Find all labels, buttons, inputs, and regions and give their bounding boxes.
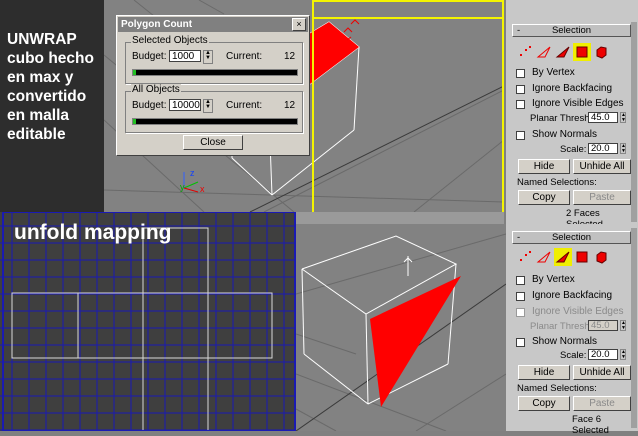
collapse-icon-bottom: - (517, 232, 521, 243)
rollout-title: Selection (551, 25, 592, 36)
planar-thresh-spinner[interactable]: ▲ ▼ (620, 112, 626, 123)
show-normals-label: Show Normals (532, 129, 598, 140)
show-normals-checkbox-bottom[interactable] (516, 338, 525, 347)
all-progress-bar (132, 118, 298, 125)
selected-progress-fill (133, 70, 137, 75)
selected-budget-spinner[interactable]: ▲ ▼ (203, 50, 213, 64)
vertex-mode-icon[interactable] (516, 248, 534, 266)
planar-thresh-label-bottom: Planar Thresh: (530, 321, 593, 332)
by-vertex-checkbox-bottom[interactable] (516, 276, 525, 285)
axis-x-label: x (200, 184, 205, 194)
axis-z-label: z (190, 168, 195, 178)
hide-button-bottom[interactable]: Hide (518, 365, 570, 380)
sub-object-toolbar-bottom (516, 248, 626, 268)
scale-spinner-bottom[interactable]: ▲ ▼ (620, 349, 626, 360)
axis-y-label: y (180, 182, 185, 192)
all-budget-input[interactable]: 10000 (169, 99, 201, 111)
all-objects-group: All Objects Budget: 10000 ▲ ▼ Current: 12 (125, 84, 303, 133)
copy-button-bottom[interactable]: Copy (518, 396, 570, 411)
collapse-icon: - (517, 25, 521, 36)
selected-face-triangle (370, 276, 461, 407)
planar-thresh-label: Planar Thresh: (530, 113, 593, 124)
show-normals-checkbox[interactable] (516, 131, 525, 140)
scale-label: Scale: (560, 144, 587, 155)
dialog-title: Polygon Count (121, 19, 193, 30)
rollout-title-bottom: Selection (551, 232, 592, 243)
current-label: Current: (226, 51, 263, 62)
polygon-count-dialog[interactable]: Polygon Count × Selected Objects Budget:… (116, 15, 310, 156)
polygon-mode-icon[interactable] (573, 43, 591, 61)
scrollbar-top[interactable] (631, 22, 637, 222)
all-objects-label: All Objects (131, 84, 181, 95)
selected-budget-input[interactable]: 1000 (169, 50, 201, 62)
named-selections-label-bottom: Named Selections: (517, 383, 597, 394)
budget-label: Budget: (132, 51, 167, 62)
scale-label-bottom: Scale: (560, 350, 587, 361)
planar-thresh-input-bottom[interactable]: 45.0 (588, 320, 618, 331)
uv-unfold-panel[interactable]: unfold mapping (0, 212, 296, 431)
copy-button[interactable]: Copy (518, 190, 570, 205)
budget-label-all: Budget: (132, 100, 167, 111)
vertex-mode-icon[interactable] (516, 43, 534, 61)
active-viewport-border (312, 17, 504, 220)
planar-thresh-input[interactable]: 45.0 (588, 112, 618, 123)
ignore-visible-edges-label: Ignore Visible Edges (532, 98, 624, 109)
polygon-mode-icon[interactable] (573, 248, 591, 266)
selection-status-bottom: Face 6 Selected (572, 414, 609, 436)
ignore-backfacing-checkbox-bottom[interactable] (516, 292, 525, 301)
planar-thresh-spinner-bottom[interactable]: ▲ ▼ (620, 320, 626, 331)
dialog-title-bar[interactable]: Polygon Count (118, 17, 308, 32)
selected-current-value: 12 (284, 51, 296, 62)
ignore-backfacing-label-bottom: Ignore Backfacing (532, 290, 613, 301)
selected-objects-group: Selected Objects Budget: 1000 ▲ ▼ Current… (125, 35, 303, 84)
element-mode-icon[interactable] (592, 248, 610, 266)
element-mode-icon[interactable] (592, 43, 610, 61)
command-panel-top: - Selection By Vertex Ignore Backfacing … (506, 0, 638, 230)
ignore-backfacing-checkbox[interactable] (516, 85, 525, 94)
by-vertex-checkbox[interactable] (516, 69, 525, 78)
by-vertex-label: By Vertex (532, 67, 575, 78)
hide-button[interactable]: Hide (518, 159, 570, 174)
sub-object-toolbar (516, 43, 626, 63)
ignore-visible-edges-checkbox-bottom[interactable] (516, 308, 525, 317)
edge-mode-icon[interactable] (535, 248, 553, 266)
ignore-backfacing-label: Ignore Backfacing (532, 83, 613, 94)
scrollbar-bottom[interactable] (631, 228, 637, 428)
face-mode-icon[interactable] (554, 248, 572, 266)
caption-text: UNWRAP cubo hecho en max y convertido en… (7, 31, 94, 143)
close-button[interactable]: Close (183, 135, 243, 150)
uv-panel-title: unfold mapping (14, 221, 172, 244)
unhide-all-button[interactable]: Unhide All (573, 159, 631, 174)
edge-mode-icon[interactable] (535, 43, 553, 61)
selection-rollout-header[interactable]: - Selection (512, 24, 631, 37)
by-vertex-label-bottom: By Vertex (532, 274, 575, 285)
all-progress-fill (133, 119, 137, 124)
selected-progress-bar (132, 69, 298, 76)
viewport-perspective-bottom[interactable] (296, 224, 506, 431)
paste-button-bottom[interactable]: Paste (573, 396, 631, 411)
all-budget-spinner[interactable]: ▲ ▼ (203, 99, 213, 113)
unhide-all-button-bottom[interactable]: Unhide All (573, 365, 631, 380)
command-panel-bottom: - Selection By Vertex Ignore Backfacing … (506, 224, 638, 436)
named-selections-label: Named Selections: (517, 177, 597, 188)
selected-objects-label: Selected Objects (131, 35, 209, 46)
selection-rollout-header-bottom[interactable]: - Selection (512, 231, 631, 244)
all-current-value: 12 (284, 100, 296, 111)
caption-panel: UNWRAP cubo hecho en max y convertido en… (0, 0, 104, 212)
viewport-canvas-bottom (296, 233, 506, 431)
scale-input-bottom[interactable]: 20.0 (588, 349, 618, 360)
face-mode-icon[interactable] (554, 43, 572, 61)
active-viewport-border-top (312, 0, 504, 17)
ignore-visible-edges-label-bottom: Ignore Visible Edges (532, 306, 624, 317)
close-icon[interactable]: × (292, 18, 306, 31)
show-normals-label-bottom: Show Normals (532, 336, 598, 347)
paste-button[interactable]: Paste (573, 190, 631, 205)
ignore-visible-edges-checkbox[interactable] (516, 100, 525, 109)
scale-spinner[interactable]: ▲ ▼ (620, 143, 626, 154)
scale-input[interactable]: 20.0 (588, 143, 618, 154)
current-label-all: Current: (226, 100, 263, 111)
